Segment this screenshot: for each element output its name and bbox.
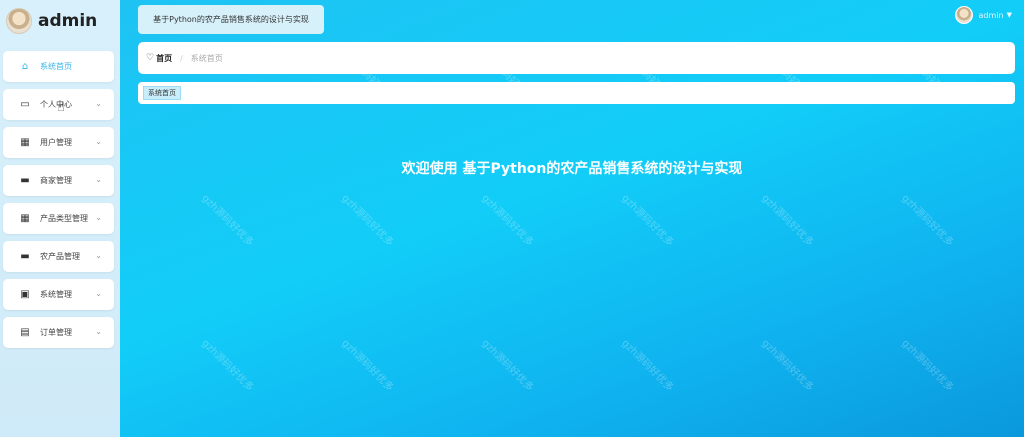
sidebar-item-label: 系统首页 [40,62,72,71]
sidebar-item-3[interactable]: ▬ 商家管理 ⌄ [3,165,114,196]
chat-icon: ▬ [20,251,30,262]
sidebar-item-label: 商家管理 [40,176,72,185]
sidebar-item-5[interactable]: ▬ 农产品管理 ⌄ [3,241,114,272]
sidebar-item-label: 产品类型管理 [40,214,88,223]
heart-icon: ♡ [146,53,155,63]
chevron-down-icon: ⌄ [95,251,102,260]
card-icon: ▭ [20,99,30,110]
welcome-text: 欢迎使用 基于Python的农产品销售系统的设计与实现 [401,161,743,177]
caret-down-icon[interactable]: ▼ [1007,11,1012,19]
brand-name: admin [38,11,98,31]
watermark: gzh源码好优多 [899,337,956,394]
page-title: 基于Python的农产品销售系统的设计与实现 [138,5,324,34]
sidebar-item-label: 农产品管理 [40,252,80,261]
user-avatar[interactable] [954,6,973,24]
briefcase-icon: ▬ [20,175,30,186]
watermark: gzh源码好优多 [619,192,676,249]
breadcrumb-home[interactable]: ♡ 首页 [146,53,172,64]
sidebar-menu: ⌂ 系统首页 ▭ 个人中心 ⌄ ▦ 用户管理 ⌄ ▬ 商家管理 ⌄ ▦ 产品类型管理 ⌄ ▬ 农产品管理 ⌄ ▣ 系… [3,51,114,355]
mouse-cursor-icon: ☝ [57,100,65,115]
sidebar: admin ⌂ 系统首页 ▭ 个人中心 ⌄ ▦ 用户管理 ⌄ ▬ 商家管理 ⌄ ▦ 产品类型管理 ⌄ ▬ 农产… [0,0,120,437]
sidebar-item-label: 订单管理 [40,328,72,337]
main-area: 基于Python的农产品销售系统的设计与实现 admin ▼ ♡ 首页 / 系统… [120,0,1024,437]
clipboard-check-icon: ▣ [20,289,30,300]
brand: admin [6,6,97,36]
sidebar-item-4[interactable]: ▦ 产品类型管理 ⌄ [3,203,114,234]
grid-icon: ▦ [20,213,30,224]
sidebar-item-0[interactable]: ⌂ 系统首页 [3,51,114,82]
chevron-down-icon: ⌄ [95,175,102,184]
chevron-down-icon: ⌄ [95,289,102,298]
watermark: gzh源码好优多 [339,337,396,394]
user-name[interactable]: admin [979,11,1004,20]
chevron-down-icon: ⌄ [95,213,102,222]
home-icon: ⌂ [21,61,29,72]
watermark: gzh源码好优多 [199,337,256,394]
grid-icon: ▦ [20,137,30,148]
breadcrumb: ♡ 首页 / 系统首页 [138,42,1015,74]
chevron-down-icon: ⌄ [95,99,102,108]
breadcrumb-home-label: 首页 [156,53,173,63]
chevron-down-icon: ⌄ [95,327,102,336]
watermark: gzh源码好优多 [899,192,956,249]
watermark: gzh源码好优多 [619,337,676,394]
watermark: gzh源码好优多 [759,192,816,249]
watermark: gzh源码好优多 [199,192,256,249]
sidebar-item-7[interactable]: ▤ 订单管理 ⌄ [3,317,114,348]
user-menu[interactable]: admin ▼ [954,6,1012,24]
watermark: gzh源码好优多 [339,192,396,249]
breadcrumb-separator: / [180,53,183,63]
watermark: gzh源码好优多 [759,337,816,394]
sidebar-item-2[interactable]: ▦ 用户管理 ⌄ [3,127,114,158]
sidebar-item-label: 系统管理 [40,290,72,299]
clipboard-icon: ▤ [20,327,30,338]
sidebar-item-6[interactable]: ▣ 系统管理 ⌄ [3,279,114,310]
sidebar-item-label: 用户管理 [40,138,72,147]
tags-view: 系统首页 [138,82,1015,104]
breadcrumb-current: 系统首页 [190,53,223,63]
sidebar-item-label: 个人中心 [40,100,72,109]
watermark: gzh源码好优多 [479,337,536,394]
tag-system-home[interactable]: 系统首页 [143,86,181,100]
avatar [6,8,32,34]
chevron-down-icon: ⌄ [95,137,102,146]
watermark: gzh源码好优多 [479,192,536,249]
